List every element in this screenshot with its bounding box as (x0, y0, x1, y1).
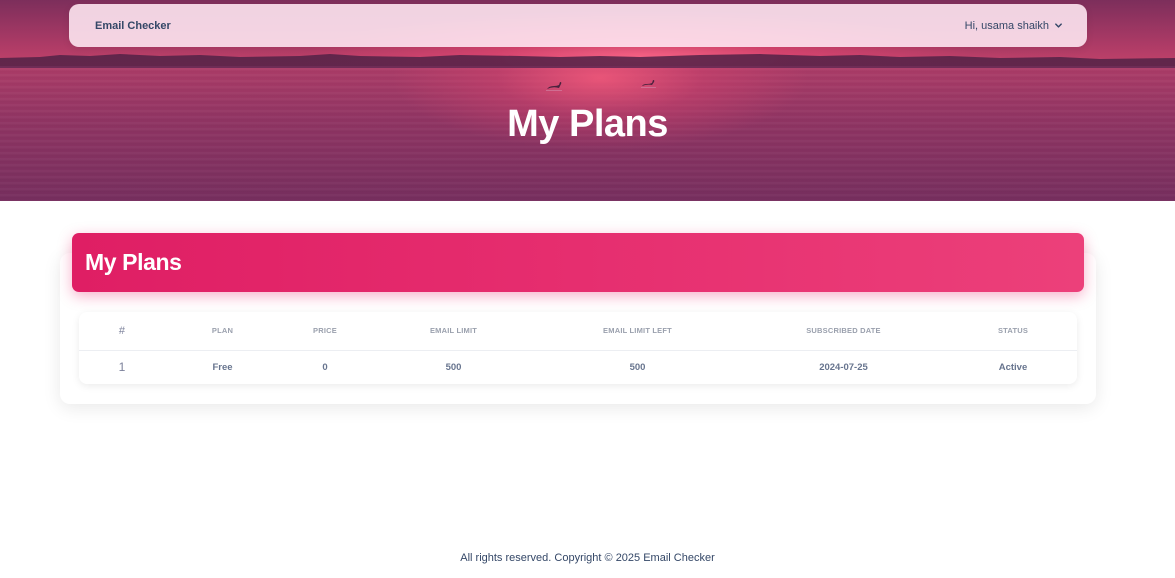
cell-email-limit: 500 (445, 361, 462, 373)
cell-subscribed-date: 2024-07-25 (819, 361, 868, 373)
cell-email-limit-left: 500 (629, 361, 646, 373)
cell-number: 1 (118, 360, 126, 375)
footer-copyright: All rights reserved. Copyright © 2025 Em… (460, 552, 715, 564)
user-menu-dropdown[interactable]: Hi, usama shaikh (965, 20, 1063, 32)
plans-card-title: My Plans (85, 249, 182, 275)
navbar: Email Checker Hi, usama shaikh (69, 4, 1087, 47)
plans-card-header: My Plans (72, 233, 1084, 292)
plans-table-container: # PLAN PRICE EMAIL LIMIT EMAIL LIMIT LEF… (79, 312, 1077, 384)
column-header-subscribed-date: SUBSCRIBED DATE (738, 312, 949, 351)
table-row: 1 Free 0 500 500 2024-07-25 Active (79, 350, 1077, 384)
user-greeting: Hi, usama shaikh (964, 19, 1049, 32)
page: My Plans Email Checker Hi, usama shaikh … (0, 0, 1175, 578)
chevron-down-icon (1055, 23, 1062, 28)
table-header-row: # PLAN PRICE EMAIL LIMIT EMAIL LIMIT LEF… (79, 312, 1077, 351)
column-header-number: # (79, 312, 165, 351)
cell-status: Active (998, 361, 1028, 373)
brand-link[interactable]: Email Checker (95, 20, 171, 32)
cell-price: 0 (322, 361, 328, 373)
column-header-status: STATUS (949, 312, 1077, 351)
column-header-price: PRICE (280, 312, 370, 351)
column-header-email-limit: EMAIL LIMIT (370, 312, 537, 351)
column-header-email-limit-left: EMAIL LIMIT LEFT (537, 312, 738, 351)
column-header-plan: PLAN (165, 312, 280, 351)
plans-table: # PLAN PRICE EMAIL LIMIT EMAIL LIMIT LEF… (79, 312, 1077, 384)
cell-plan: Free (212, 361, 233, 373)
hero-title: My Plans (507, 103, 668, 145)
